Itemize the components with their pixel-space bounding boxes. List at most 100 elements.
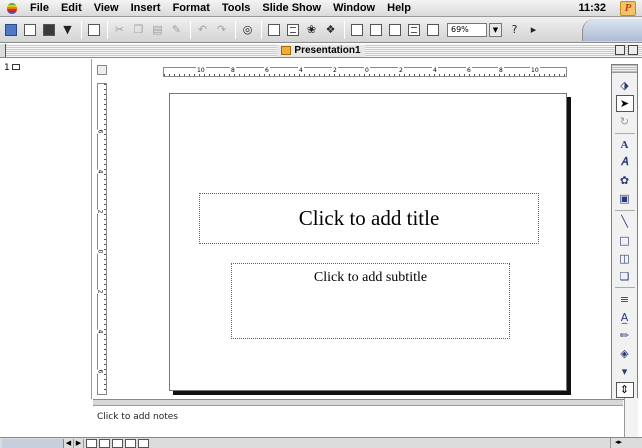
ruler-label: 6 <box>96 129 104 134</box>
window-title-bar[interactable]: Presentation1 <box>0 44 642 58</box>
ruler-corner <box>97 65 107 75</box>
menubar-clock: 11:32 <box>578 2 606 14</box>
window-collapse-button[interactable] <box>628 45 638 55</box>
cut-button[interactable]: ✂ <box>111 21 128 38</box>
format-painter-button[interactable]: ✎ <box>168 21 185 38</box>
open-folder-icon <box>23 23 36 36</box>
menu-view[interactable]: View <box>88 0 125 17</box>
toolbar-grip[interactable] <box>612 65 637 74</box>
text-box-tool-button[interactable]: A <box>616 137 634 153</box>
toolbar-tab-decoration <box>582 19 642 41</box>
expand-slide-button[interactable] <box>348 21 365 38</box>
undo-button[interactable]: ↶ <box>194 21 211 38</box>
menu-format[interactable]: Format <box>167 0 216 17</box>
layout-icon <box>407 23 420 36</box>
outline-horizontal-scrollbar[interactable] <box>2 438 64 448</box>
zoom-field[interactable]: 69% <box>447 22 487 37</box>
web-button[interactable]: ▼ <box>59 21 76 38</box>
line-style-button[interactable]: ≡ <box>616 291 634 307</box>
slide-thumbnail-icon[interactable] <box>12 64 20 70</box>
slide-view-button[interactable] <box>112 438 123 448</box>
wordart-button[interactable]: 𝐴 <box>616 155 634 171</box>
apple-logo-icon <box>7 2 17 14</box>
insert-table-button[interactable] <box>284 21 301 38</box>
toolbar-separator <box>614 210 635 211</box>
new-slide-button[interactable]: ❖ <box>322 21 339 38</box>
zoom-dropdown[interactable]: ▼ <box>489 22 502 37</box>
toolbar-separator <box>81 20 82 39</box>
subtitle-placeholder[interactable]: Click to add subtitle <box>231 263 510 339</box>
toolbar-separator <box>190 20 191 39</box>
slide-layout-button[interactable] <box>405 21 422 38</box>
slide-scroll-arrows[interactable]: ◂▸ <box>610 438 626 448</box>
title-placeholder[interactable]: Click to add title <box>199 193 539 244</box>
free-rotate-button[interactable]: ↻ <box>616 114 634 130</box>
toolbar-scroll-button[interactable]: ⇕ <box>615 381 634 399</box>
clipart-icon: ✿ <box>619 174 630 188</box>
shadow-button[interactable]: ❏ <box>616 268 634 284</box>
insert-clipart-button[interactable]: ❀ <box>303 21 320 38</box>
picture-icon: ▣ <box>619 192 630 206</box>
line-style-icon: ≡ <box>619 292 630 306</box>
text-box-button[interactable] <box>424 21 441 38</box>
outline-view-button[interactable] <box>99 438 110 448</box>
font-color-button[interactable]: A̲ <box>616 309 634 325</box>
menu-window[interactable]: Window <box>327 0 381 17</box>
horizontal-ruler[interactable]: 10 8 6 4 2 0 2 4 6 8 10 <box>163 67 567 77</box>
redo-button[interactable]: ↷ <box>213 21 230 38</box>
line-tool-button[interactable]: ╲ <box>616 214 634 230</box>
insert-chart-button[interactable] <box>265 21 282 38</box>
line-color-button[interactable]: ✏ <box>616 327 634 343</box>
insert-picture-button[interactable]: ▣ <box>616 191 634 207</box>
save-button[interactable] <box>40 21 57 38</box>
ruler-label: 0 <box>96 249 104 254</box>
new-button[interactable] <box>2 21 19 38</box>
select-objects-button[interactable]: ➤ <box>615 95 634 112</box>
menu-slide-show[interactable]: Slide Show <box>256 0 327 17</box>
scroll-right-button[interactable]: ▶ <box>74 438 84 448</box>
copy-button[interactable]: ❐ <box>130 21 147 38</box>
slide-sorter-view-button[interactable] <box>125 438 136 448</box>
outline-pane[interactable]: 1 <box>0 59 92 399</box>
window-title-group: Presentation1 <box>277 44 365 57</box>
vertical-scrollbar[interactable] <box>624 398 638 440</box>
apple-menu[interactable] <box>0 0 24 17</box>
ruler-label: 4 <box>432 67 438 74</box>
presentation-icon <box>281 46 292 55</box>
vertical-ruler[interactable]: 6 4 2 0 2 4 6 <box>96 83 107 395</box>
scroll-left-button[interactable]: ◀ <box>64 438 74 448</box>
notes-pane[interactable]: Click to add notes <box>93 405 623 437</box>
toolbar-separator <box>261 20 262 39</box>
toolbar-more-button[interactable]: ▸ <box>525 21 542 38</box>
clip-art-tool-button[interactable]: ✿ <box>616 173 634 189</box>
ruler-label: 6 <box>96 369 104 374</box>
print-button[interactable] <box>85 21 102 38</box>
hyperlink-button[interactable]: ◎ <box>239 21 256 38</box>
office-assistant-button[interactable]: ? <box>506 21 523 38</box>
rectangle-tool-button[interactable]: □ <box>616 232 634 248</box>
normal-view-button[interactable] <box>86 438 97 448</box>
draw-menu-button[interactable]: ⬗ <box>616 77 634 93</box>
ruler-label: 2 <box>332 67 338 74</box>
application-menu-icon[interactable]: P <box>620 1 636 16</box>
paste-button[interactable]: ▤ <box>149 21 166 38</box>
slide-canvas[interactable]: Click to add title Click to add subtitle <box>169 93 567 391</box>
fill-color-button[interactable]: ◈ <box>616 346 634 362</box>
toolbar-separator <box>614 132 635 134</box>
pointer-icon: ▼ <box>63 23 72 36</box>
window-zoom-button[interactable] <box>615 45 625 55</box>
slide-pane: 10 8 6 4 2 0 2 4 6 8 10 6 4 2 0 2 4 6 Cl… <box>93 59 610 399</box>
menu-help[interactable]: Help <box>381 0 417 17</box>
open-button[interactable] <box>21 21 38 38</box>
menu-insert[interactable]: Insert <box>125 0 167 17</box>
menu-edit[interactable]: Edit <box>55 0 88 17</box>
rectangle-icon: □ <box>619 233 630 247</box>
slide-show-button[interactable] <box>138 438 149 448</box>
menu-file[interactable]: File <box>24 0 55 17</box>
show-formatting-button[interactable] <box>367 21 384 38</box>
autoshapes-button[interactable]: ◫ <box>616 250 634 266</box>
grayscale-button[interactable] <box>386 21 403 38</box>
menu-tools[interactable]: Tools <box>216 0 257 17</box>
arrows-icon: ◂▸ <box>614 438 623 446</box>
toolbar-overflow-button[interactable]: ▾ <box>616 364 634 380</box>
